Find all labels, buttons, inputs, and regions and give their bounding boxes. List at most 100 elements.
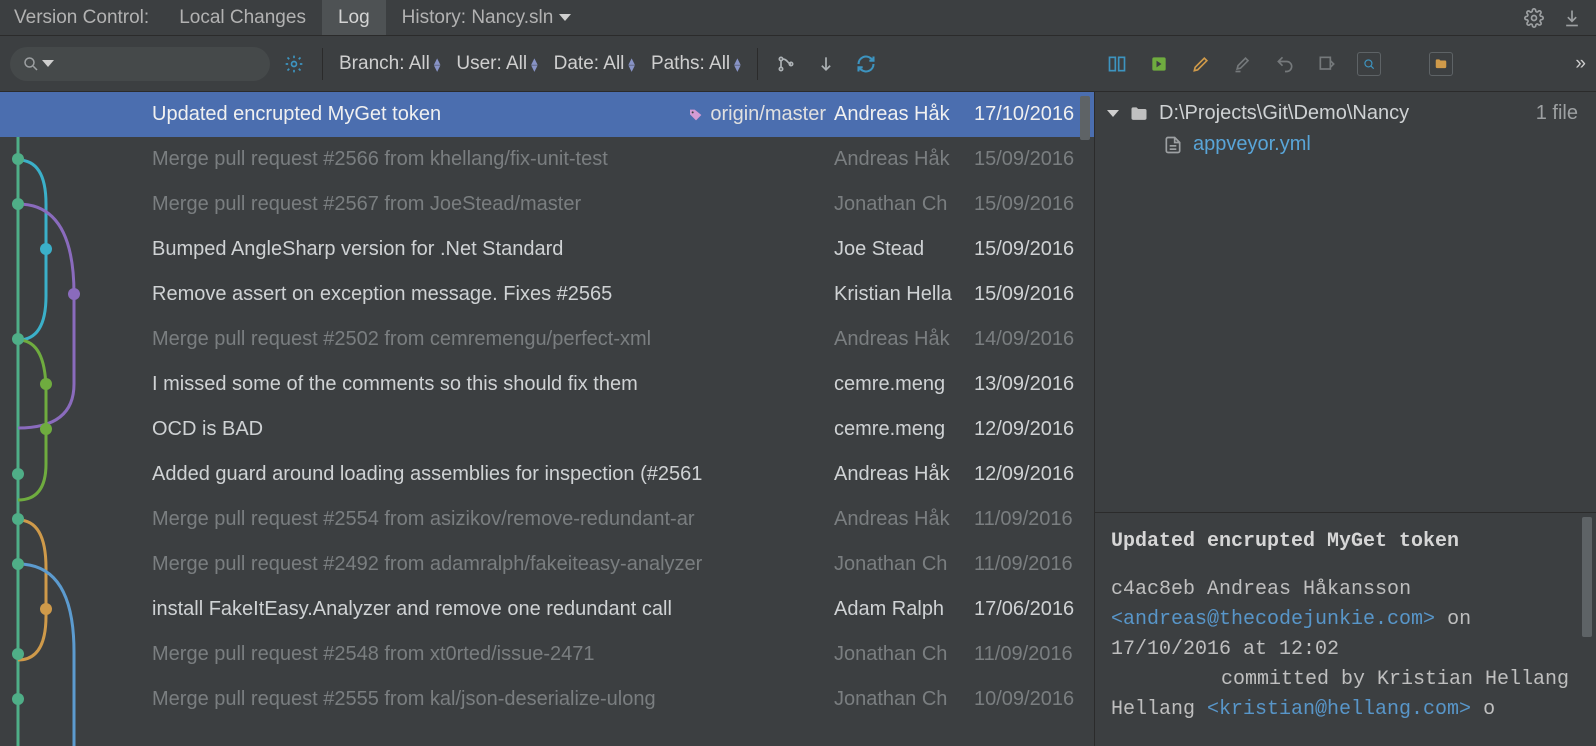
commit-date: 11/09/2016 [974,508,1094,531]
gear-icon[interactable] [1522,6,1546,30]
commit-author: Jonathan Ch [834,193,974,216]
commit-message: Remove assert on exception message. Fixe… [152,283,834,306]
commit-author: cemre.meng [834,373,974,396]
commit-author: Jonathan Ch [834,643,974,666]
branch-filter[interactable]: Branch: All▴▾ [339,53,440,75]
branch-tag: origin/master [688,103,826,126]
commit-date: 10/09/2016 [974,688,1094,711]
commit-message: install FakeItEasy.Analyzer and remove o… [152,598,834,621]
preview-icon[interactable] [1357,52,1381,76]
commit-date: 15/09/2016 [974,193,1094,216]
commit-date: 17/06/2016 [974,598,1094,621]
commit-date: 15/09/2016 [974,238,1094,261]
commit-row[interactable]: Remove assert on exception message. Fixe… [0,272,1094,317]
commit-author: Andreas Håk [834,103,974,126]
paths-filter[interactable]: Paths: All▴▾ [651,53,741,75]
commit-author: cemre.meng [834,418,974,441]
changed-file[interactable]: appveyor.yml [1107,125,1584,156]
commit-author: Jonathan Ch [834,553,974,576]
commit-row[interactable]: Merge pull request #2492 from adamralph/… [0,542,1094,587]
commit-message: Merge pull request #2492 from adamralph/… [152,553,834,576]
commit-row[interactable]: Merge pull request #2502 from cemremengu… [0,317,1094,362]
tab-local-changes[interactable]: Local Changes [163,0,322,35]
revert-icon[interactable] [1147,52,1171,76]
commit-row[interactable]: Merge pull request #2548 from xt0rted/is… [0,632,1094,677]
changed-files-tree: D:\Projects\Git\Demo\Nancy 1 file appvey… [1095,92,1596,512]
root-path: D:\Projects\Git\Demo\Nancy [1159,102,1409,125]
commit-row[interactable]: Merge pull request #2555 from kal/json-d… [0,677,1094,722]
commit-author: Kristian Hella [834,283,974,306]
highlight-icon[interactable] [1231,52,1255,76]
commit-hash: c4ac8eb [1111,578,1195,601]
refresh-icon[interactable] [854,52,878,76]
author-email-link[interactable]: <andreas@thecodejunkie.com> [1111,608,1435,631]
commit-datetime: 17/10/2016 at 12:02 [1111,638,1339,661]
date-filter[interactable]: Date: All▴▾ [554,53,635,75]
commit-row[interactable]: Merge pull request #2566 from khellang/f… [0,137,1094,182]
file-count: 1 file [1536,102,1584,125]
commit-author: Andreas Håk [834,508,974,531]
edit-icon[interactable] [1189,52,1213,76]
commit-row[interactable]: Added guard around loading assemblies fo… [0,452,1094,497]
undo-icon[interactable] [1273,52,1297,76]
tag-icon [688,107,704,123]
commit-date: 15/09/2016 [974,148,1094,171]
chevron-down-icon [42,60,54,67]
commit-message: Bumped AngleSharp version for .Net Stand… [152,238,834,261]
commit-author: Andreas Håkansson [1207,578,1411,601]
commit-date: 14/09/2016 [974,328,1094,351]
branch-graph-icon[interactable] [774,52,798,76]
commit-message: OCD is BAD [152,418,834,441]
commit-row[interactable]: Merge pull request #2554 from asizikov/r… [0,497,1094,542]
chevron-down-icon [1107,110,1119,117]
commit-message: Merge pull request #2554 from asizikov/r… [152,508,834,531]
commit-message: Merge pull request #2502 from cemremengu… [152,328,834,351]
commit-message: Merge pull request #2566 from khellang/f… [152,148,834,171]
commit-date: 12/09/2016 [974,463,1094,486]
tab-log[interactable]: Log [322,0,386,35]
commit-author: Jonathan Ch [834,688,974,711]
export-icon[interactable] [1315,52,1339,76]
panel-title: Version Control: [0,7,163,29]
commit-log: Updated encrupted MyGet tokenorigin/mast… [0,92,1095,746]
committed-by: committed by Kristian Hellang [1111,668,1569,691]
commit-author: Adam Ralph [834,598,974,621]
file-icon [1163,135,1183,155]
commit-message: Merge pull request #2548 from xt0rted/is… [152,643,834,666]
commit-message: Merge pull request #2567 from JoeStead/m… [152,193,834,216]
file-name: appveyor.yml [1193,133,1311,156]
commit-date: 11/09/2016 [974,643,1094,666]
commit-author: Andreas Håk [834,328,974,351]
commit-date: 15/09/2016 [974,283,1094,306]
commit-date: 11/09/2016 [974,553,1094,576]
commit-row[interactable]: I missed some of the comments so this sh… [0,362,1094,407]
commit-author: Joe Stead [834,238,974,261]
commit-row[interactable]: Merge pull request #2567 from JoeStead/m… [0,182,1094,227]
search-input[interactable] [10,47,270,81]
user-filter[interactable]: User: All▴▾ [456,53,537,75]
commit-date: 12/09/2016 [974,418,1094,441]
commit-message: Updated encrupted MyGet tokenorigin/mast… [152,103,834,126]
scrollbar-vertical[interactable] [1078,92,1092,746]
more-actions-right[interactable]: » [1575,53,1586,75]
committer-email-link[interactable]: <kristian@hellang.com> [1207,698,1471,721]
gear-icon[interactable] [282,52,306,76]
diff-icon[interactable] [1105,52,1129,76]
commit-row[interactable]: install FakeItEasy.Analyzer and remove o… [0,587,1094,632]
folder-icon [1129,104,1149,124]
commit-author: Andreas Håk [834,148,974,171]
tree-root[interactable]: D:\Projects\Git\Demo\Nancy 1 file [1107,102,1584,125]
scrollbar-vertical[interactable] [1580,513,1594,746]
commit-message: I missed some of the comments so this sh… [152,373,834,396]
commit-row[interactable]: Bumped AngleSharp version for .Net Stand… [0,227,1094,272]
arrow-down-icon[interactable] [814,52,838,76]
download-icon[interactable] [1560,6,1584,30]
commit-row[interactable]: Updated encrupted MyGet tokenorigin/mast… [0,92,1094,137]
commit-title: Updated encrupted MyGet token [1111,527,1580,557]
folder-icon[interactable] [1429,52,1453,76]
commit-author: Andreas Håk [834,463,974,486]
commit-date: 17/10/2016 [974,103,1094,126]
commit-row[interactable]: OCD is BADcemre.meng12/09/2016 [0,407,1094,452]
tab-history[interactable]: History: Nancy.sln [386,0,588,35]
search-icon [22,55,40,73]
